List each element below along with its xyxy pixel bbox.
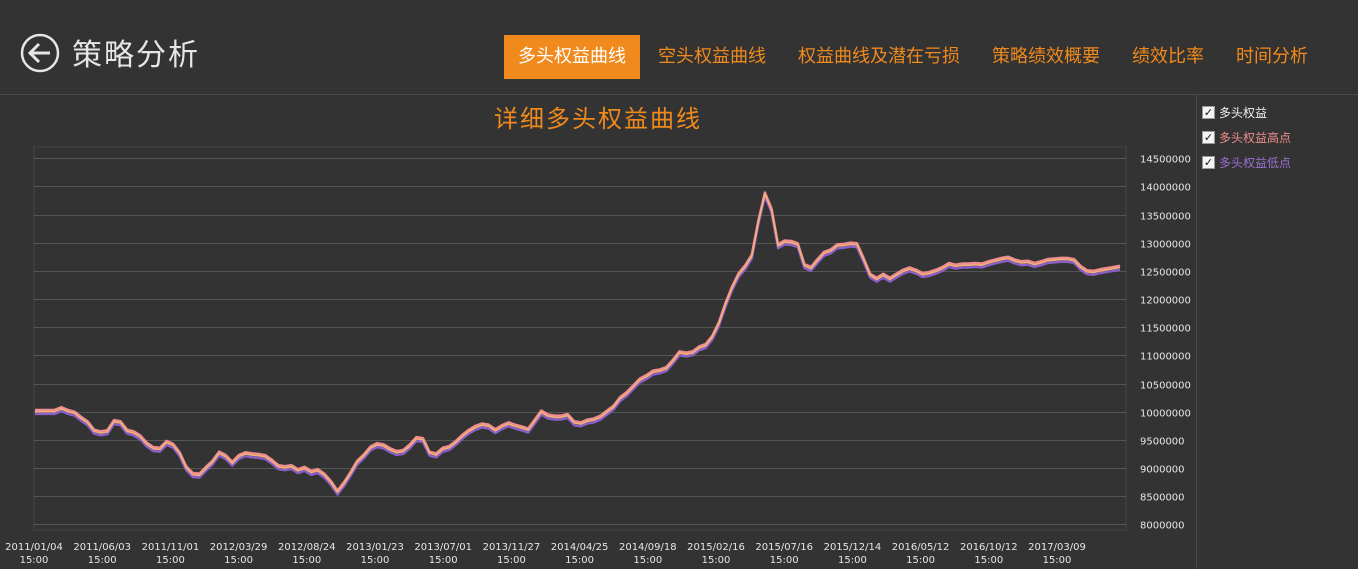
x-tick-date: 2015/02/16 [687, 542, 745, 553]
y-tick-label: 13500000 [1140, 212, 1191, 223]
legend-item-equity-high[interactable]: ✓ 多头权益高点 [1202, 125, 1291, 150]
x-tick-date: 2012/08/24 [278, 542, 336, 553]
series-line-equity-low [35, 195, 1121, 496]
x-tick-time: 15:00 [633, 555, 662, 566]
legend-item-equity-low[interactable]: ✓ 多头权益低点 [1202, 150, 1291, 175]
legend-label-equity-low: 多头权益低点 [1219, 156, 1292, 170]
x-tick-date: 2011/11/01 [142, 542, 200, 553]
x-tick-time: 15:00 [770, 555, 799, 566]
y-tick-label: 8500000 [1140, 493, 1185, 504]
chart-legend: ✓ 多头权益 ✓ 多头权益高点 ✓ 多头权益低点 [1202, 100, 1291, 175]
x-tick-date: 2015/12/14 [824, 542, 882, 553]
x-tick-date: 2016/10/12 [960, 542, 1018, 553]
x-tick-date: 2017/03/09 [1028, 542, 1086, 553]
y-tick-label: 10500000 [1140, 381, 1191, 392]
x-tick-date: 2013/01/23 [346, 542, 404, 553]
y-tick-label: 10000000 [1140, 409, 1191, 420]
legend-label-equity-high: 多头权益高点 [1219, 131, 1292, 145]
x-tick-date: 2013/07/01 [414, 542, 472, 553]
y-tick-label: 14500000 [1140, 155, 1191, 166]
x-tick-date: 2013/11/27 [483, 542, 541, 553]
x-tick-date: 2011/01/04 [5, 542, 63, 553]
x-tick-time: 15:00 [88, 555, 117, 566]
y-tick-label: 11500000 [1140, 324, 1191, 335]
y-tick-label: 9000000 [1140, 465, 1185, 476]
y-tick-label: 9500000 [1140, 437, 1185, 448]
x-tick-time: 15:00 [974, 555, 1003, 566]
x-tick-date: 2011/06/03 [73, 542, 131, 553]
x-tick-time: 15:00 [156, 555, 185, 566]
checkbox-equity-low[interactable]: ✓ [1202, 156, 1215, 169]
series-line-equity [35, 193, 1121, 494]
x-tick-date: 2014/04/25 [551, 542, 609, 553]
x-tick-time: 15:00 [838, 555, 867, 566]
x-tick-time: 15:00 [1043, 555, 1072, 566]
y-tick-label: 12000000 [1140, 296, 1191, 307]
x-tick-time: 15:00 [361, 555, 390, 566]
x-tick-date: 2012/03/29 [210, 542, 268, 553]
x-tick-date: 2016/05/12 [892, 542, 950, 553]
x-axis-ticks: 2011/01/04 15:00 2011/06/03 15:00 2011/11/01… [5, 542, 1086, 566]
x-tick-time: 15:00 [497, 555, 526, 566]
x-tick-time: 15:00 [429, 555, 458, 566]
checkbox-equity-high[interactable]: ✓ [1202, 131, 1215, 144]
equity-chart: 8000000 8500000 9000000 9500000 10000000 1050… [5, 146, 1191, 566]
series-lines [35, 191, 1121, 496]
x-tick-time: 15:00 [20, 555, 49, 566]
y-tick-label: 11000000 [1140, 352, 1191, 363]
y-axis-ticks: 8000000 8500000 9000000 9500000 10000000 1050… [1140, 155, 1191, 532]
legend-label-equity: 多头权益 [1219, 106, 1268, 120]
y-tick-label: 13000000 [1140, 240, 1191, 251]
legend-item-equity[interactable]: ✓ 多头权益 [1202, 100, 1291, 125]
y-tick-label: 12500000 [1140, 268, 1191, 279]
x-tick-time: 15:00 [292, 555, 321, 566]
y-tick-label: 14000000 [1140, 183, 1191, 194]
x-tick-date: 2014/09/18 [619, 542, 677, 553]
x-tick-date: 2015/07/16 [755, 542, 813, 553]
y-tick-label: 8000000 [1140, 521, 1185, 532]
x-tick-time: 15:00 [565, 555, 594, 566]
series-line-equity-high [35, 191, 1121, 492]
x-tick-time: 15:00 [224, 555, 253, 566]
x-tick-time: 15:00 [906, 555, 935, 566]
x-tick-time: 15:00 [702, 555, 731, 566]
checkbox-equity[interactable]: ✓ [1202, 106, 1215, 119]
